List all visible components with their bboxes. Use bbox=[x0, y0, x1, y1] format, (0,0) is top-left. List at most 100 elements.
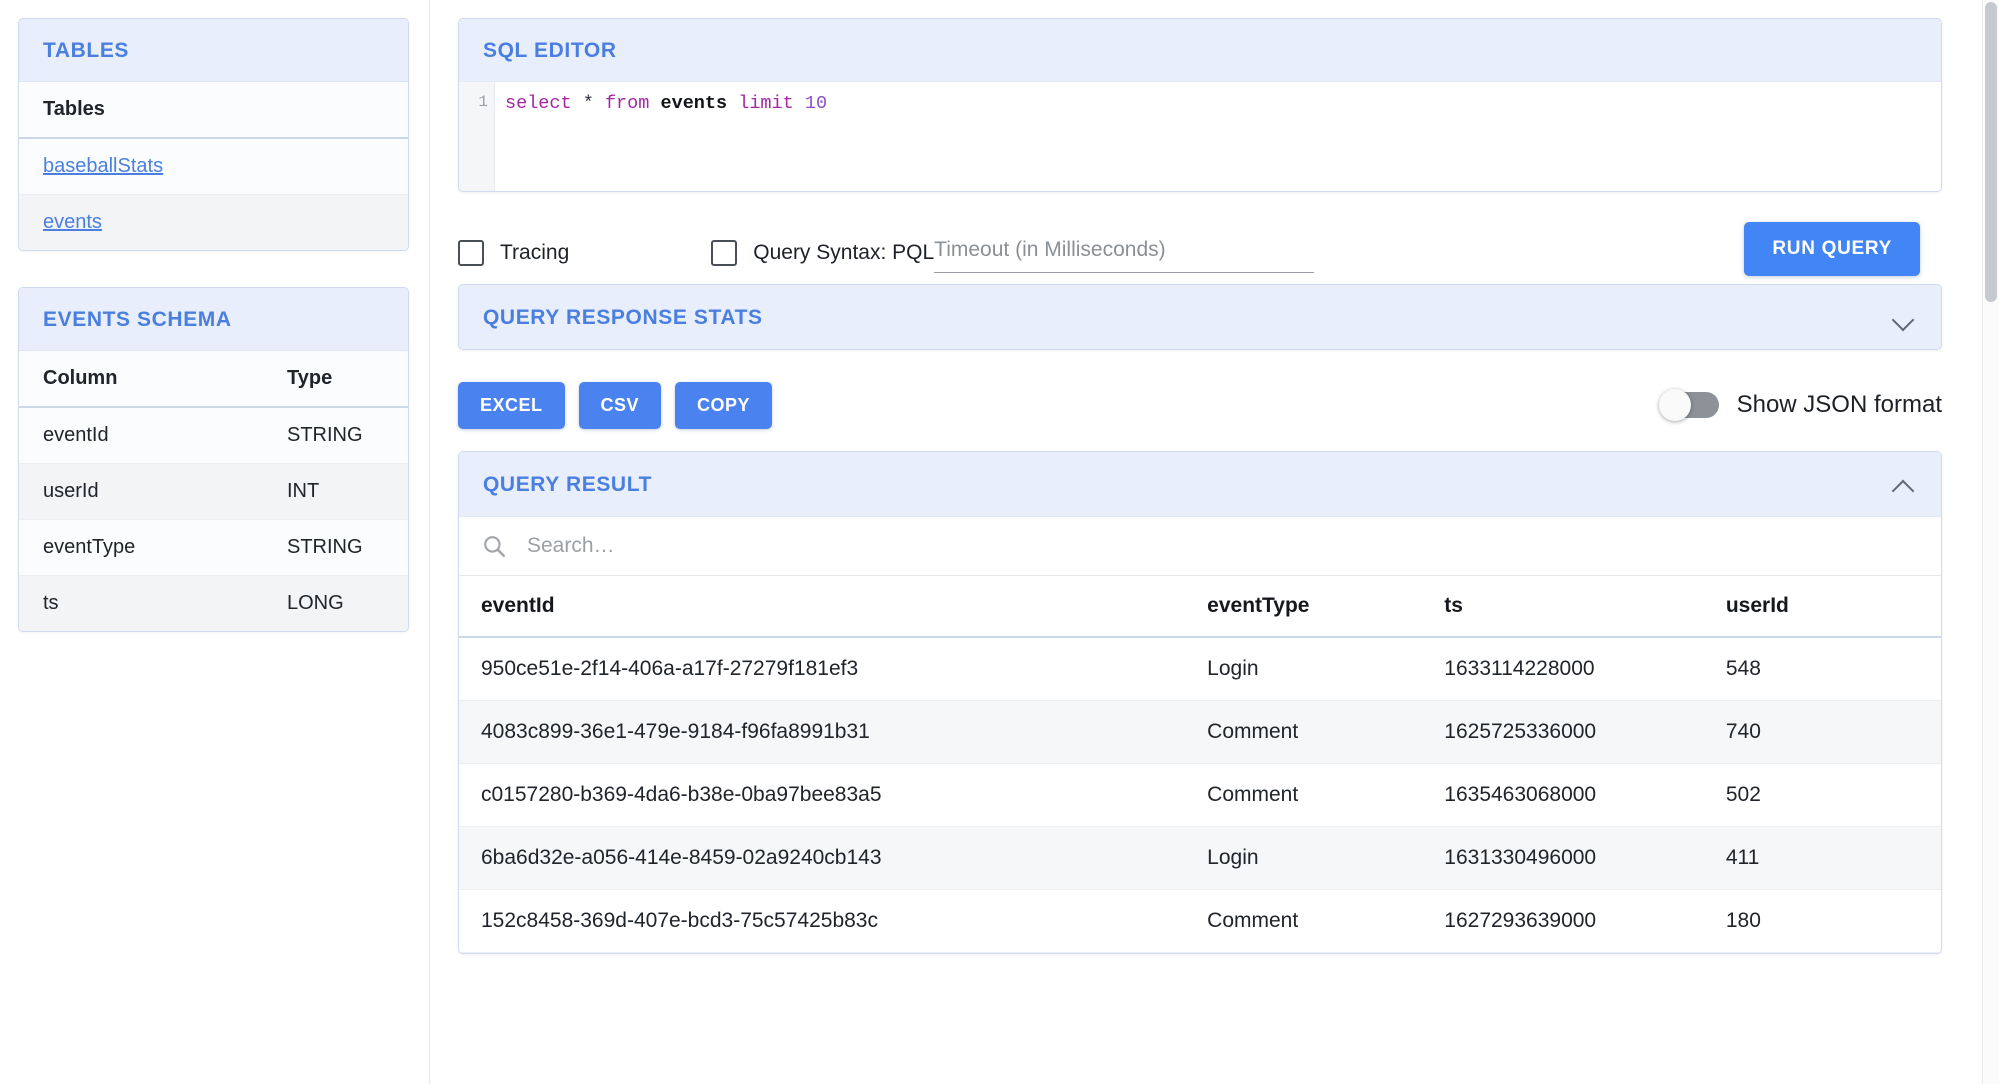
schema-cell-type: INT bbox=[263, 463, 408, 520]
chevron-up-icon[interactable] bbox=[1891, 472, 1917, 498]
cell-eventid: 4083c899-36e1-479e-9184-f96fa8991b31 bbox=[459, 700, 1186, 764]
sql-token-from: from bbox=[604, 93, 650, 114]
export-row: EXCEL CSV COPY Show JSON format bbox=[458, 377, 1942, 433]
sql-token-table: events bbox=[660, 93, 728, 114]
cell-ts: 1633114228000 bbox=[1422, 637, 1704, 701]
timeout-input[interactable] bbox=[934, 237, 1315, 262]
chevron-down-icon[interactable] bbox=[1891, 305, 1917, 331]
timeout-field-wrapper[interactable] bbox=[934, 237, 1315, 273]
result-table-scroll: eventId eventType ts userId 950ce51e-2f1… bbox=[459, 576, 1941, 953]
tables-panel: TABLES Tables baseballStats events bbox=[18, 18, 409, 251]
query-syntax-label: Query Syntax: PQL bbox=[753, 241, 935, 264]
table-row[interactable]: baseballStats bbox=[19, 138, 408, 195]
tables-list-header-row: Tables bbox=[19, 82, 408, 139]
result-search-input[interactable] bbox=[525, 533, 1919, 559]
sql-code-area[interactable]: select * from events limit 10 bbox=[495, 82, 1941, 191]
cell-ts: 1627293639000 bbox=[1422, 889, 1704, 953]
search-icon bbox=[484, 536, 505, 557]
schema-header-row: Column Type bbox=[19, 351, 408, 408]
schema-table: Column Type eventId STRING userId INT ev… bbox=[19, 351, 408, 631]
cell-eventtype: Login bbox=[1185, 826, 1423, 890]
cell-ts: 1635463068000 bbox=[1422, 763, 1704, 827]
events-schema-panel: EVENTS SCHEMA Column Type eventId STRING… bbox=[18, 287, 409, 632]
sql-editor-body[interactable]: 1 select * from events limit 10 bbox=[459, 81, 1941, 191]
show-json-format-label: Show JSON format bbox=[1736, 391, 1942, 418]
tables-list-header-cell: Tables bbox=[19, 82, 408, 139]
tables-panel-title: TABLES bbox=[43, 39, 130, 62]
result-col-ts[interactable]: ts bbox=[1422, 576, 1704, 638]
excel-export-button[interactable]: EXCEL bbox=[458, 381, 565, 429]
query-syntax-checkbox-wrapper[interactable]: Query Syntax: PQL bbox=[711, 240, 934, 266]
cell-userid: 180 bbox=[1703, 889, 1941, 953]
cell-eventtype: Login bbox=[1185, 637, 1423, 701]
cell-userid: 502 bbox=[1703, 763, 1941, 827]
cell-eventtype: Comment bbox=[1185, 700, 1423, 764]
cell-userid: 411 bbox=[1703, 826, 1941, 890]
toggle-knob bbox=[1658, 389, 1691, 421]
sql-editor-header: SQL EDITOR bbox=[459, 19, 1941, 81]
cell-eventid: c0157280-b369-4da6-b38e-0ba97bee83a5 bbox=[459, 763, 1186, 827]
schema-cell-column: ts bbox=[43, 592, 59, 614]
page-scrollbar[interactable] bbox=[1982, 0, 1999, 1084]
schema-cell-type: LONG bbox=[287, 592, 344, 614]
cell-eventid: 6ba6d32e-a056-414e-8459-02a9240cb143 bbox=[459, 826, 1186, 890]
tables-list: Tables baseballStats events bbox=[19, 82, 408, 250]
pinot-query-console: TABLES Tables baseballStats events EVENT… bbox=[0, 0, 1999, 1084]
events-schema-panel-header: EVENTS SCHEMA bbox=[19, 288, 408, 351]
events-schema-panel-title: EVENTS SCHEMA bbox=[43, 308, 232, 331]
schema-cell-type: STRING bbox=[263, 519, 408, 576]
cell-eventid: 950ce51e-2f14-406a-a17f-27279f181ef3 bbox=[459, 637, 1186, 701]
table-row: 4083c899-36e1-479e-9184-f96fa8991b31 Com… bbox=[459, 700, 1941, 764]
tracing-checkbox-wrapper[interactable]: Tracing bbox=[458, 240, 569, 266]
query-result-title: QUERY RESULT bbox=[483, 473, 652, 496]
schema-cell-type: STRING bbox=[263, 407, 408, 464]
table-row: 6ba6d32e-a056-414e-8459-02a9240cb143 Log… bbox=[459, 826, 1941, 890]
result-table: eventId eventType ts userId 950ce51e-2f1… bbox=[459, 576, 1941, 953]
query-result-panel: QUERY RESULT eventId eventType ts bbox=[458, 451, 1942, 954]
table-link-baseballstats[interactable]: baseballStats bbox=[43, 155, 163, 177]
run-query-button[interactable]: RUN QUERY bbox=[1744, 222, 1920, 276]
sql-editor-title: SQL EDITOR bbox=[483, 39, 617, 62]
query-syntax-pql-checkbox[interactable] bbox=[711, 240, 738, 266]
show-json-format-toggle[interactable] bbox=[1658, 389, 1719, 421]
schema-row: eventId STRING bbox=[19, 407, 408, 464]
tables-panel-header: TABLES bbox=[19, 19, 408, 82]
schema-row: userId INT bbox=[19, 463, 408, 520]
schema-cell-column: userId bbox=[19, 463, 263, 520]
schema-header-type: Type bbox=[263, 351, 408, 408]
schema-row: ts LONG bbox=[19, 575, 408, 631]
page-scrollbar-thumb[interactable] bbox=[1985, 2, 1997, 302]
layout-spacer bbox=[458, 433, 1942, 451]
line-number-gutter: 1 bbox=[459, 82, 495, 191]
table-row[interactable]: events bbox=[19, 194, 408, 250]
table-row: c0157280-b369-4da6-b38e-0ba97bee83a5 Com… bbox=[459, 763, 1941, 827]
sql-token-select: select bbox=[505, 93, 572, 114]
copy-button[interactable]: COPY bbox=[675, 381, 773, 429]
table-row: 950ce51e-2f14-406a-a17f-27279f181ef3 Log… bbox=[459, 637, 1941, 701]
result-header-row: eventId eventType ts userId bbox=[459, 576, 1941, 638]
cell-eventtype: Comment bbox=[1185, 889, 1423, 953]
main-content: SQL EDITOR 1 select * from events limit … bbox=[430, 0, 1999, 1084]
result-col-eventid[interactable]: eventId bbox=[459, 576, 1186, 638]
table-link-events[interactable]: events bbox=[43, 211, 102, 233]
sql-token-star: * bbox=[582, 93, 594, 114]
table-row: 152c8458-369d-407e-bcd3-75c57425b83c Com… bbox=[459, 889, 1941, 953]
json-format-toggle-wrapper[interactable]: Show JSON format bbox=[1658, 389, 1942, 421]
tracing-checkbox[interactable] bbox=[458, 240, 484, 266]
query-response-stats-panel[interactable]: QUERY RESPONSE STATS bbox=[458, 284, 1942, 350]
result-col-eventtype[interactable]: eventType bbox=[1185, 576, 1423, 638]
result-col-userid[interactable]: userId bbox=[1703, 576, 1941, 638]
schema-header-column: Column bbox=[19, 351, 263, 408]
csv-export-button[interactable]: CSV bbox=[578, 381, 662, 429]
sql-token-count: 10 bbox=[804, 93, 828, 114]
query-response-stats-header[interactable]: QUERY RESPONSE STATS bbox=[459, 285, 1941, 349]
result-search-row[interactable] bbox=[459, 516, 1941, 576]
schema-cell-column: eventType bbox=[19, 519, 263, 576]
sql-editor-panel: SQL EDITOR 1 select * from events limit … bbox=[458, 18, 1942, 192]
query-controls-row: Tracing Query Syntax: PQL RUN QUERY bbox=[458, 222, 1942, 284]
query-result-header[interactable]: QUERY RESULT bbox=[459, 452, 1941, 516]
tracing-label: Tracing bbox=[500, 241, 570, 264]
cell-userid: 548 bbox=[1703, 637, 1941, 701]
query-response-stats-title: QUERY RESPONSE STATS bbox=[483, 306, 763, 329]
cell-eventtype: Comment bbox=[1185, 763, 1423, 827]
